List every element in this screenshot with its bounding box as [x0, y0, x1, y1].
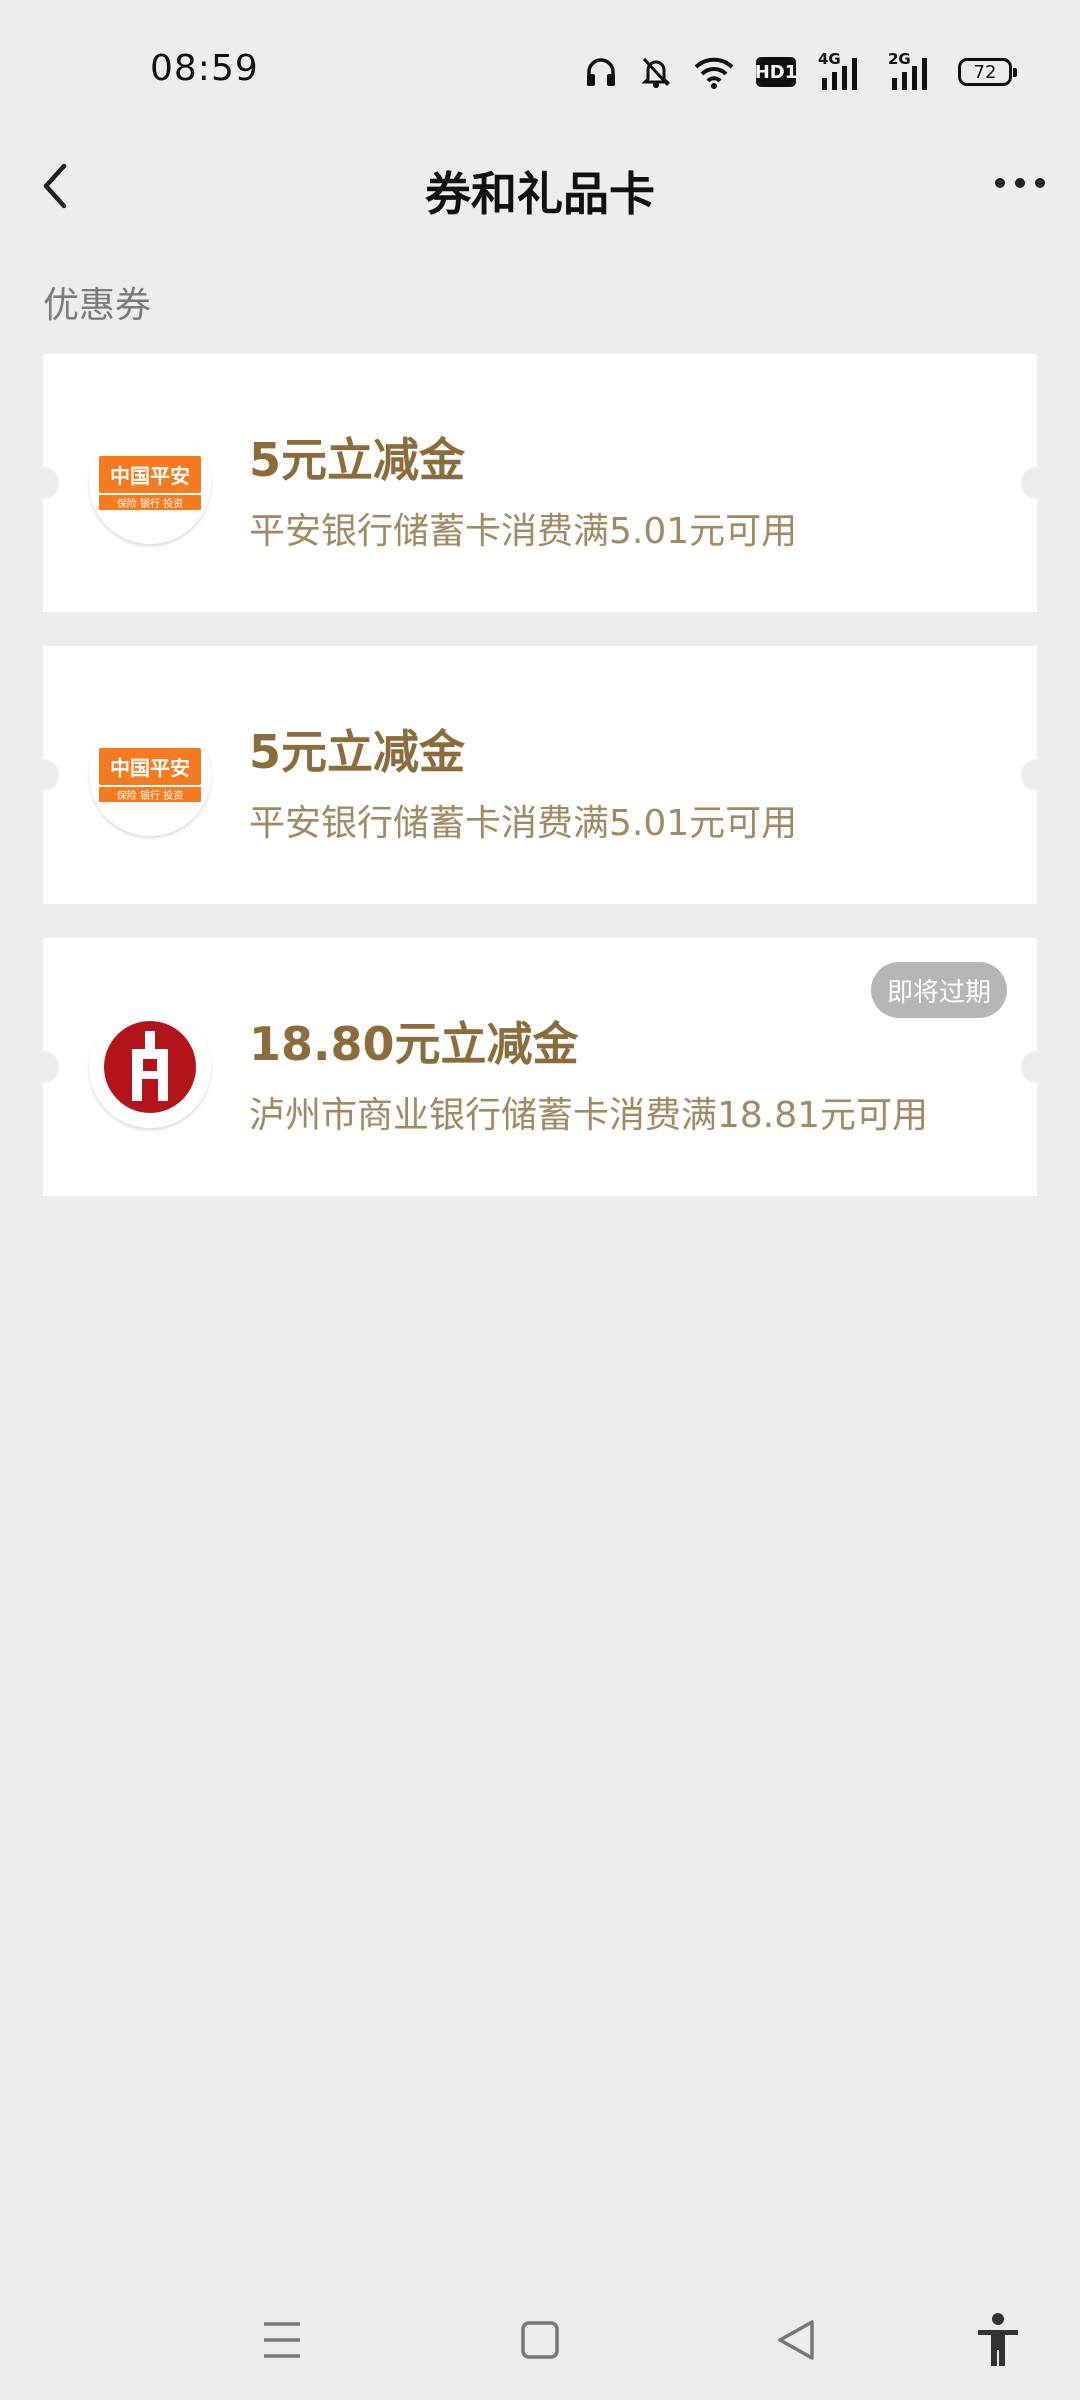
pingan-logo-sub: 保险 银行 投资 [99, 786, 201, 802]
square-home-icon [521, 2321, 559, 2359]
signal-2g-icon: 2G [888, 50, 936, 92]
battery-icon: 72 [958, 58, 1017, 86]
bank-logo: 中国平安 保险 银行 投资 [89, 714, 211, 836]
status-bar: 08:59 HD1 4G 2G 72 [0, 0, 1080, 140]
status-icons: HD1 4G 2G 72 [584, 50, 1017, 92]
card-notch [27, 467, 59, 499]
coupon-card[interactable]: 中国平安 保险 银行 投资 5元立减金 平安银行储蓄卡消费满5.01元可用 [27, 354, 1053, 612]
bank-logo: 中国平安 保险 银行 投资 [89, 422, 211, 544]
bell-muted-icon [640, 55, 672, 89]
coupon-desc: 泸州市商业银行储蓄卡消费满18.81元可用 [249, 1095, 929, 1136]
card-notch [1021, 467, 1053, 499]
more-dots-icon [995, 178, 1045, 188]
accessibility-person-icon [978, 2313, 1018, 2366]
accessibility-button[interactable] [968, 2310, 1028, 2370]
expiring-badge: 即将过期 [870, 962, 1007, 1018]
page-title: 券和礼品卡 [425, 167, 655, 221]
coupon-amount: 5元立减金 [249, 725, 466, 779]
pingan-logo-icon: 中国平安 保险 银行 投资 [99, 456, 201, 510]
system-nav-bar [0, 2290, 1080, 2380]
pingan-logo-icon: 中国平安 保险 银行 投资 [99, 748, 201, 802]
coupon-card[interactable]: 即将过期 18.80元立减金 泸州市商业银行储蓄卡消费满18.81元可用 [27, 938, 1053, 1196]
nav-bar: 券和礼品卡 [0, 140, 1080, 230]
home-button[interactable] [510, 2310, 570, 2370]
system-back-button[interactable] [768, 2310, 828, 2370]
card-notch [27, 759, 59, 791]
pingan-logo-sub: 保险 银行 投资 [99, 494, 201, 510]
coupon-amount: 5元立减金 [249, 433, 466, 487]
menu-button[interactable] [252, 2310, 312, 2370]
headphones-icon [584, 55, 618, 89]
card-notch [1021, 759, 1053, 791]
bank-logo [89, 1006, 211, 1128]
page: 08:59 HD1 4G 2G 72 券和礼品卡 优惠券 中国平安 保险 银行 … [0, 0, 1080, 2400]
coupon-desc: 平安银行储蓄卡消费满5.01元可用 [249, 803, 798, 844]
pingan-logo-text: 中国平安 [99, 456, 201, 493]
coupon-amount: 18.80元立减金 [249, 1017, 579, 1071]
triangle-back-icon [778, 2320, 814, 2360]
status-time: 08:59 [150, 48, 259, 89]
wifi-icon [694, 55, 734, 89]
card-notch [1021, 1051, 1053, 1083]
pingan-logo-text: 中国平安 [99, 748, 201, 785]
more-button[interactable] [988, 158, 1052, 208]
coupon-card[interactable]: 中国平安 保险 银行 投资 5元立减金 平安银行储蓄卡消费满5.01元可用 [27, 646, 1053, 904]
card-notch [27, 1051, 59, 1083]
menu-lines-icon [264, 2322, 300, 2358]
signal-4g-icon: 4G [818, 50, 866, 92]
hd-badge: HD1 [755, 57, 797, 87]
section-label: 优惠券 [43, 285, 152, 326]
coupon-desc: 平安银行储蓄卡消费满5.01元可用 [249, 511, 798, 552]
luzhou-bank-logo-icon [104, 1021, 196, 1113]
